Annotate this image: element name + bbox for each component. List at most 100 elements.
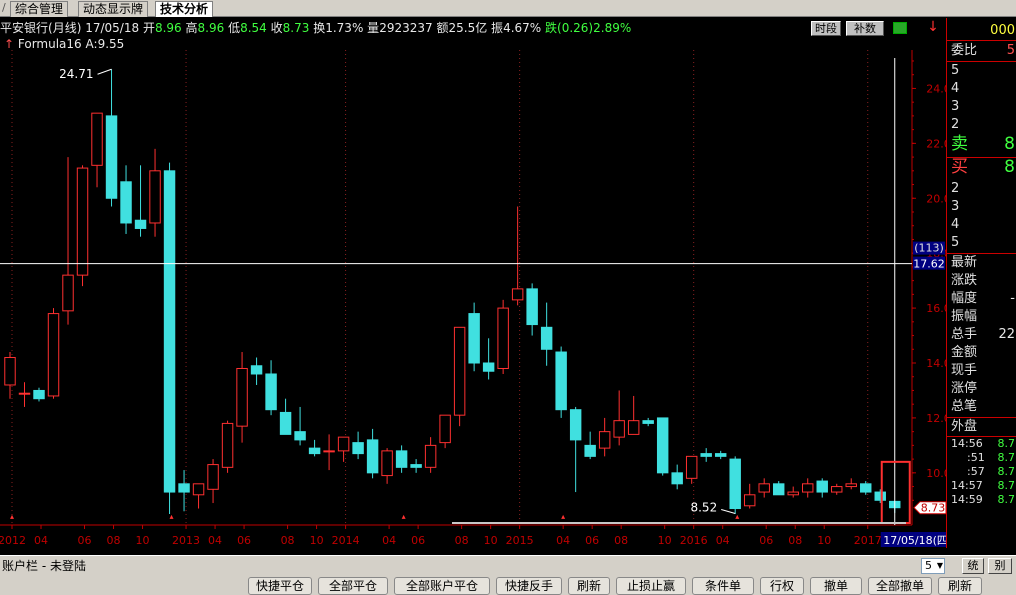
candle-body	[381, 450, 393, 477]
candle-body	[874, 491, 886, 501]
tick-price: 8.7	[997, 451, 1016, 464]
buy-level-3: 3	[951, 199, 960, 214]
candle-body	[120, 181, 132, 224]
weibi-label: 委比	[951, 43, 978, 58]
tick-time: :57	[967, 465, 985, 478]
price-tick-label: 16.00	[926, 302, 946, 315]
candle-body	[323, 450, 335, 453]
candle-body	[468, 313, 480, 364]
cancel-all-button[interactable]: 全部撤单	[868, 577, 932, 595]
candle-body	[18, 392, 31, 395]
time-tick-label: 06	[78, 534, 92, 547]
candle-body	[352, 442, 364, 455]
arrow-down-icon[interactable]: ↓	[925, 18, 941, 36]
candle-body	[569, 409, 582, 441]
stat-label: 振幅	[951, 309, 978, 324]
candlestick-chart[interactable]: 24.0022.0020.0018.0016.0014.0012.0010.00…	[0, 50, 946, 555]
event-marker: ▴	[170, 512, 174, 521]
candle-body	[584, 444, 596, 457]
account-select[interactable]: 5	[921, 558, 945, 574]
quick-close-button[interactable]: 快捷平仓	[248, 577, 312, 595]
quick-reverse-button[interactable]: 快捷反手	[496, 577, 562, 595]
stat-label: 最新	[951, 255, 978, 270]
price-tick-label: 22.00	[926, 137, 946, 150]
candle-body	[424, 444, 437, 468]
open-label: 开	[142, 21, 155, 35]
tab-jishu[interactable]: 技术分析	[155, 1, 214, 17]
time-tick-label: 10	[310, 534, 324, 547]
stat-label: 现手	[951, 363, 978, 378]
candle-body	[482, 362, 495, 372]
time-tick-label: 06	[237, 534, 251, 547]
time-tick-label: 08	[107, 534, 121, 547]
tick-price: 8.7	[997, 493, 1016, 506]
account-title: 账户栏 - 未登陆	[2, 559, 86, 573]
tick-price: 8.7	[997, 479, 1016, 492]
sell-level-3: 3	[951, 99, 960, 114]
candle-body	[163, 170, 176, 493]
bie-button[interactable]: 别	[988, 558, 1012, 574]
low-value: 8.54	[240, 21, 267, 35]
tick-price: 8.7	[997, 465, 1016, 478]
quote-date: 17/05/18	[85, 21, 140, 35]
candle-body	[540, 326, 553, 350]
candle-body	[33, 389, 45, 400]
crosshair-price-label: 17.62	[913, 258, 945, 271]
candle-body	[860, 483, 872, 493]
tab-scroll-icon[interactable]: /	[2, 0, 10, 16]
candle-body	[410, 464, 422, 468]
tick-time: 14:59	[951, 493, 983, 506]
period-button[interactable]: 时段	[811, 21, 841, 36]
conditional-order-button[interactable]: 条件单	[692, 577, 754, 595]
candle-body	[772, 483, 785, 496]
refresh-button-2[interactable]: 刷新	[938, 577, 982, 595]
formula-a-label: A:	[85, 37, 98, 51]
quote-bar: 平安银行(月线) 17/05/18 开8.96 高8.96 低8.54 收8.7…	[0, 18, 946, 38]
chart-toggle-icon[interactable]	[893, 22, 907, 34]
candle-body	[671, 472, 683, 485]
time-tick-label: 04	[556, 534, 570, 547]
candle-body	[105, 115, 118, 199]
candle-body	[91, 112, 103, 166]
candle-body	[598, 431, 611, 449]
amplitude-label: 振	[491, 21, 504, 35]
candle-body	[265, 373, 277, 411]
candle-body	[802, 483, 814, 493]
stop-loss-button[interactable]: 止损止赢	[616, 577, 686, 595]
event-marker: ▴	[402, 512, 406, 521]
candle-body	[207, 464, 219, 490]
tab-dongtai[interactable]: 动态显示牌	[78, 1, 149, 17]
high-value: 8.96	[197, 21, 225, 35]
time-tick-label: 08	[614, 534, 628, 547]
candle-body	[845, 483, 857, 488]
stat-value: 22	[998, 327, 1015, 342]
min-price-label: 8.52	[690, 500, 717, 514]
candle-body	[236, 367, 248, 427]
turnover-label: 换	[313, 21, 326, 35]
time-tick-label: 04	[382, 534, 396, 547]
sell-level-5: 5	[951, 63, 960, 78]
sell-level-4: 4	[951, 81, 960, 96]
refresh-button[interactable]: 刷新	[568, 577, 610, 595]
fill-data-button[interactable]: 补数据	[846, 21, 884, 48]
exercise-button[interactable]: 行权	[760, 577, 804, 595]
tab-zonghe[interactable]: 综合管理	[10, 1, 69, 17]
formula-legend: ↑ Formula16 A:9.55	[4, 37, 124, 51]
candle-body	[642, 420, 654, 424]
change-value: (0.26)2.89%	[557, 21, 632, 35]
candle-body	[787, 491, 799, 496]
candle-body	[337, 436, 350, 452]
close-all-accounts-button[interactable]: 全部账户平仓	[394, 577, 490, 595]
event-marker: ▴	[10, 512, 14, 521]
cancel-order-button[interactable]: 撤单	[810, 577, 862, 595]
event-marker: ▴	[735, 512, 739, 521]
time-tick-label: 06	[585, 534, 599, 547]
candle-body	[134, 219, 147, 229]
amplitude-value: 4.67%	[503, 21, 542, 35]
stat-label: 金额	[951, 345, 978, 360]
tong-button[interactable]: 统	[962, 558, 984, 574]
crosshair-count-label: (113)	[914, 242, 944, 255]
close-all-button[interactable]: 全部平仓	[318, 577, 388, 595]
time-tick-label: 2014	[332, 534, 360, 547]
trade-button-bar: 快捷平仓 全部平仓 全部账户平仓 快捷反手 刷新 止损止赢 条件单 行权 撤单 …	[0, 575, 1016, 595]
